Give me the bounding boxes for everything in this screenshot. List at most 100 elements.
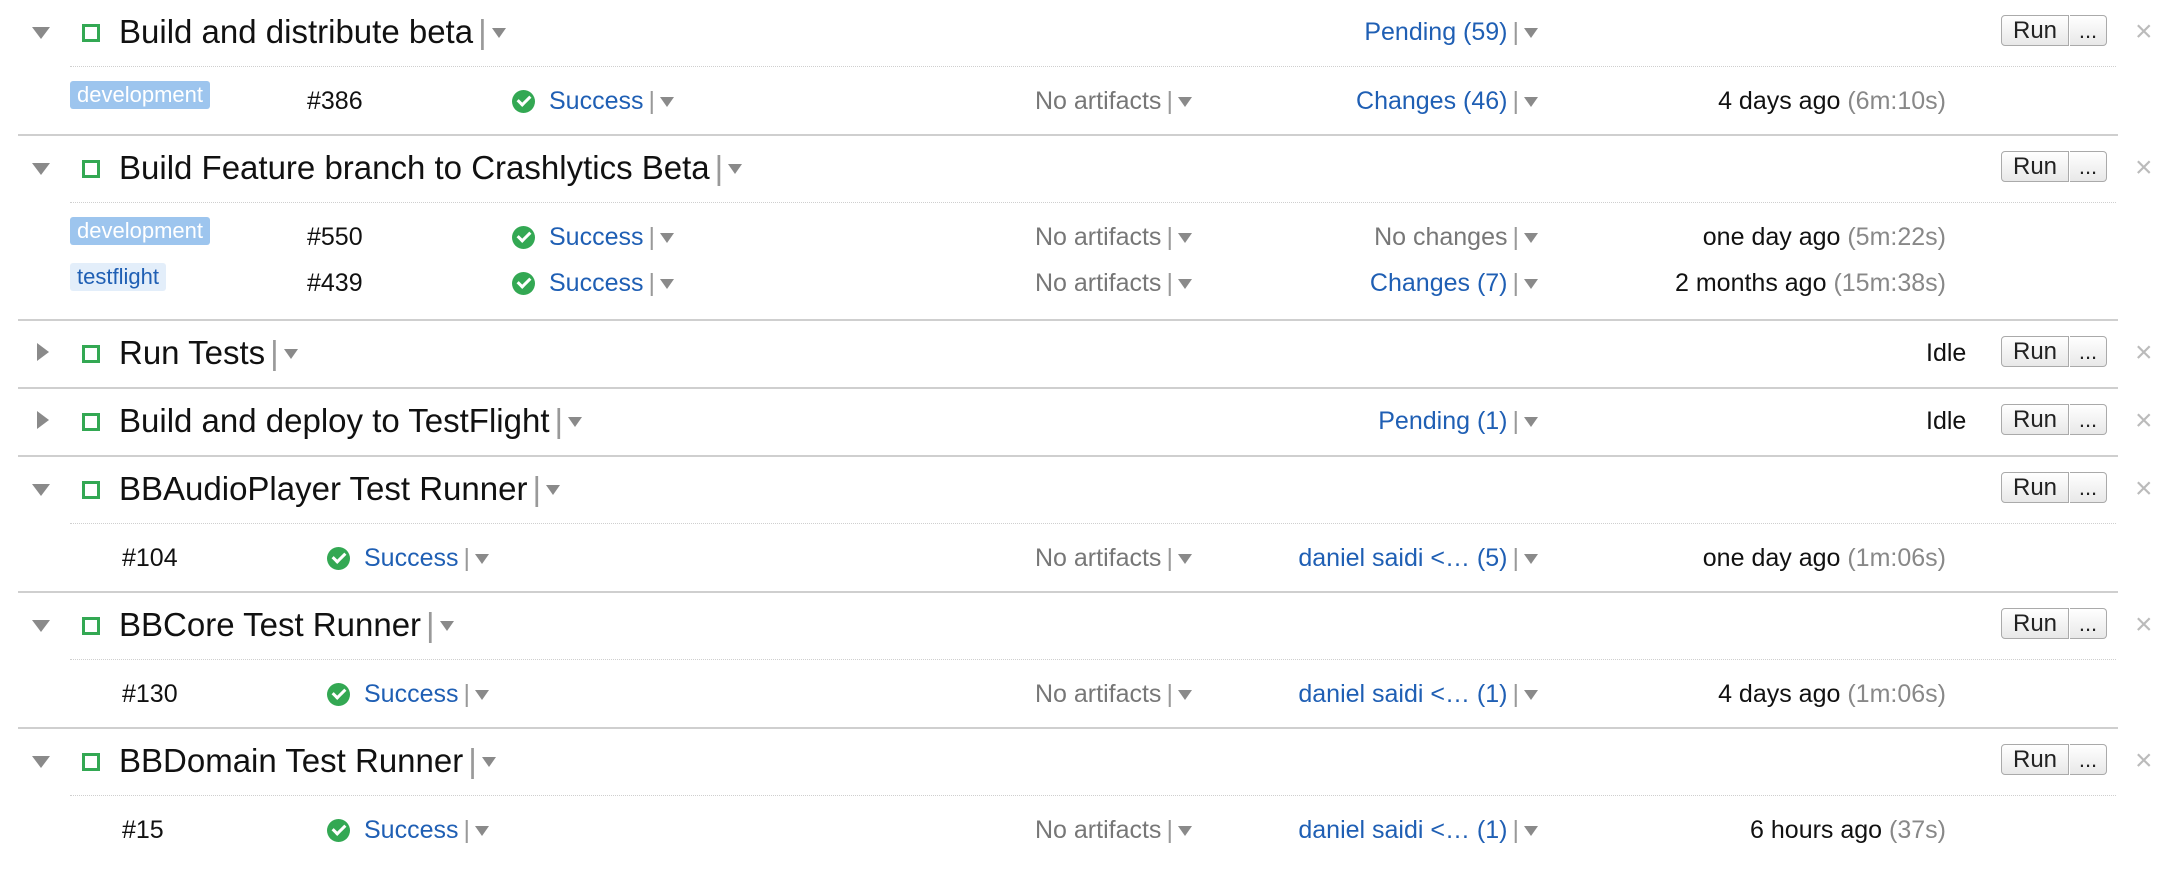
build-number[interactable]: #130 [122,674,178,714]
dotted-divider [70,795,2116,796]
close-icon[interactable]: × [2135,743,2153,779]
build-status[interactable]: Success | [512,81,674,121]
build-config-title[interactable]: BBCore Test Runner | [119,605,454,645]
changes-link[interactable]: daniel saidi <… (1) | [1298,810,1538,850]
build-config-title[interactable]: Build Feature branch to Crashlytics Beta… [119,148,743,188]
dropdown-triangle-icon[interactable] [1524,554,1538,564]
build-config-title[interactable]: Build and distribute beta | [119,12,506,52]
pending-changes-link[interactable]: Pending (1) | [1378,401,1538,441]
build-number[interactable]: #550 [307,217,363,257]
expand-triangle-icon[interactable] [37,343,49,361]
dropdown-triangle-icon[interactable] [1524,826,1538,836]
run-button[interactable]: Run [2001,151,2069,182]
build-status[interactable]: Success | [327,674,489,714]
collapse-triangle-icon[interactable] [32,620,50,632]
dropdown-triangle-icon[interactable] [1524,97,1538,107]
close-icon[interactable]: × [2135,471,2153,507]
dropdown-triangle-icon[interactable] [568,417,583,427]
dropdown-triangle-icon[interactable] [474,554,489,564]
status-square-icon [82,617,100,635]
dropdown-triangle-icon[interactable] [1177,97,1192,107]
changes-link[interactable]: No changes | [1374,217,1538,257]
dropdown-triangle-icon[interactable] [546,485,561,495]
run-button[interactable]: Run [2001,608,2069,639]
run-options-button[interactable]: ... [2070,15,2107,46]
branch-badge[interactable]: development [70,217,210,245]
collapse-triangle-icon[interactable] [32,27,50,39]
artifacts-link[interactable]: No artifacts | [1035,674,1192,714]
dropdown-triangle-icon[interactable] [491,28,506,38]
dropdown-triangle-icon[interactable] [1177,233,1192,243]
changes-link[interactable]: daniel saidi <… (5) | [1298,538,1538,578]
run-options-button[interactable]: ... [2070,151,2107,182]
changes-link[interactable]: Changes (46) | [1356,81,1538,121]
artifacts-link[interactable]: No artifacts | [1035,538,1192,578]
build-number[interactable]: #386 [307,81,363,121]
dropdown-triangle-icon[interactable] [1524,233,1538,243]
run-button[interactable]: Run [2001,404,2069,435]
build-number[interactable]: #15 [122,810,164,850]
success-check-icon [512,225,535,249]
run-button[interactable]: Run [2001,472,2069,503]
artifacts-link[interactable]: No artifacts | [1035,263,1192,303]
expand-triangle-icon[interactable] [37,411,49,429]
build-status[interactable]: Success | [512,217,674,257]
artifacts-link[interactable]: No artifacts | [1035,217,1192,257]
dropdown-triangle-icon[interactable] [1177,279,1192,289]
build-config-title[interactable]: BBDomain Test Runner | [119,741,496,781]
dropdown-triangle-icon[interactable] [659,97,674,107]
branch-badge[interactable]: testflight [70,263,166,291]
run-options-button[interactable]: ... [2070,336,2107,367]
artifacts-link[interactable]: No artifacts | [1035,810,1192,850]
dropdown-triangle-icon[interactable] [283,349,298,359]
run-options-button[interactable]: ... [2070,744,2107,775]
artifacts-link[interactable]: No artifacts | [1035,81,1192,121]
close-icon[interactable]: × [2135,403,2153,439]
dropdown-triangle-icon[interactable] [439,621,454,631]
close-icon[interactable]: × [2135,335,2153,371]
dropdown-triangle-icon[interactable] [1177,554,1192,564]
dropdown-triangle-icon[interactable] [659,233,674,243]
dropdown-triangle-icon[interactable] [1524,417,1538,427]
pending-changes-link[interactable]: Pending (59) | [1364,12,1538,52]
build-status[interactable]: Success | [327,538,489,578]
run-options-button[interactable]: ... [2070,608,2107,639]
build-status[interactable]: Success | [512,263,674,303]
dropdown-triangle-icon[interactable] [1524,279,1538,289]
build-config-title[interactable]: BBAudioPlayer Test Runner | [119,469,561,509]
dropdown-triangle-icon[interactable] [1177,826,1192,836]
collapse-triangle-icon[interactable] [32,484,50,496]
dotted-divider [70,202,2116,203]
close-icon[interactable]: × [2135,150,2153,186]
dropdown-triangle-icon[interactable] [481,757,496,767]
changes-link[interactable]: daniel saidi <… (1) | [1298,674,1538,714]
branch-badge[interactable]: development [70,81,210,109]
build-number[interactable]: #104 [122,538,178,578]
run-button[interactable]: Run [2001,744,2069,775]
run-button[interactable]: Run [2001,336,2069,367]
dropdown-triangle-icon[interactable] [474,826,489,836]
dropdown-triangle-icon[interactable] [1177,690,1192,700]
dropdown-triangle-icon[interactable] [474,690,489,700]
collapse-triangle-icon[interactable] [32,163,50,175]
collapse-triangle-icon[interactable] [32,756,50,768]
close-icon[interactable]: × [2135,14,2153,50]
build-config-block: Run Tests | Idle Run ... × [18,321,2153,389]
build-config-title[interactable]: Run Tests | [119,333,298,373]
build-config-title[interactable]: Build and deploy to TestFlight | [119,401,583,441]
build-number[interactable]: #439 [307,263,363,303]
dropdown-triangle-icon[interactable] [659,279,674,289]
close-icon[interactable]: × [2135,607,2153,643]
build-config-header: BBCore Test Runner | Run ... × [18,605,2153,645]
dropdown-triangle-icon[interactable] [728,164,743,174]
build-row: testflight #439 Success | No artifacts | C… [18,263,2118,303]
dropdown-triangle-icon[interactable] [1524,28,1538,38]
run-button[interactable]: Run [2001,15,2069,46]
build-status[interactable]: Success | [327,810,489,850]
build-config-block: Build and deploy to TestFlight | Pending … [18,389,2153,457]
run-options-button[interactable]: ... [2070,472,2107,503]
changes-link[interactable]: Changes (7) | [1370,263,1538,303]
run-options-button[interactable]: ... [2070,404,2107,435]
dropdown-triangle-icon[interactable] [1524,690,1538,700]
dotted-divider [70,523,2116,524]
